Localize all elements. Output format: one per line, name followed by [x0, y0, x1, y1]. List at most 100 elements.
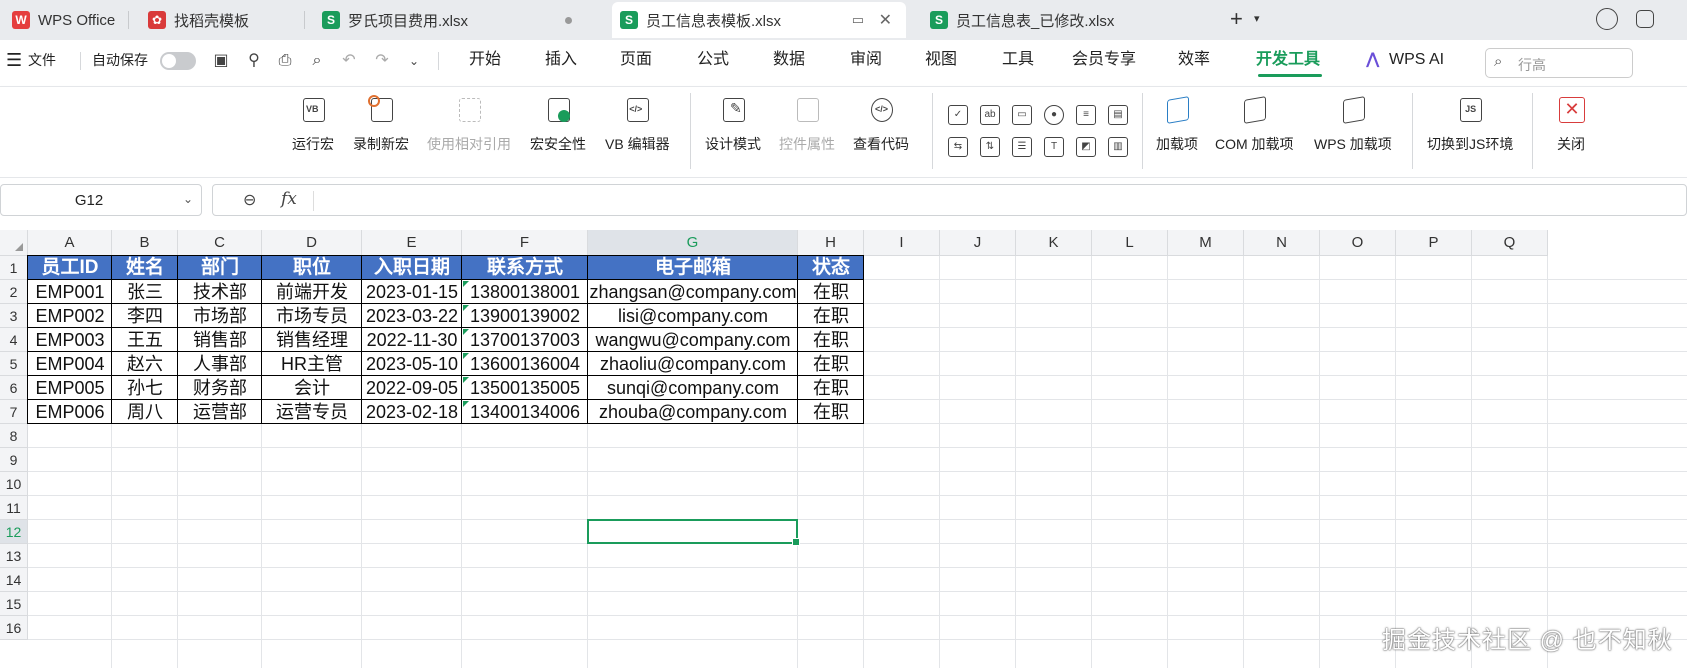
- hamburger-menu-icon[interactable]: ☰: [6, 40, 22, 80]
- column-header-o[interactable]: O: [1320, 230, 1396, 256]
- column-header-p[interactable]: P: [1396, 230, 1472, 256]
- formula-input[interactable]: ⊖ fx: [212, 184, 1687, 216]
- view-code-button[interactable]: </> 查看代码: [853, 93, 909, 154]
- table-cell[interactable]: 会计: [262, 376, 362, 400]
- table-cell[interactable]: 2022-09-05: [362, 376, 462, 400]
- menu-formula[interactable]: 公式: [697, 40, 729, 80]
- row-header-5[interactable]: 5: [0, 352, 28, 376]
- table-cell[interactable]: 在职: [798, 280, 864, 304]
- table-cell[interactable]: EMP003: [28, 328, 112, 352]
- column-header-a[interactable]: A: [28, 230, 112, 256]
- column-header-j[interactable]: J: [940, 230, 1016, 256]
- frame-control-icon[interactable]: ▥: [1108, 137, 1128, 157]
- image-control-icon[interactable]: ▤: [1108, 105, 1128, 125]
- table-header-cell[interactable]: 状态: [798, 256, 864, 280]
- column-header-h[interactable]: H: [798, 230, 864, 256]
- menu-tools[interactable]: 工具: [1002, 40, 1034, 80]
- row-header-11[interactable]: 11: [0, 496, 28, 520]
- table-header-cell[interactable]: 部门: [178, 256, 262, 280]
- textbox-control-icon[interactable]: T: [1044, 137, 1064, 157]
- table-header-cell[interactable]: 姓名: [112, 256, 178, 280]
- row-header-9[interactable]: 9: [0, 448, 28, 472]
- table-cell[interactable]: zhaoliu@company.com: [588, 352, 798, 376]
- control-properties-button[interactable]: 控件属性: [779, 93, 835, 154]
- mascot-icon[interactable]: [1596, 8, 1618, 30]
- table-cell[interactable]: 技术部: [178, 280, 262, 304]
- search-input[interactable]: ⌕ 行高: [1485, 48, 1633, 78]
- table-header-cell[interactable]: 入职日期: [362, 256, 462, 280]
- row-header-2[interactable]: 2: [0, 280, 28, 304]
- table-cell[interactable]: 运营部: [178, 400, 262, 424]
- table-cell[interactable]: 13600136004: [462, 352, 588, 376]
- column-header-d[interactable]: D: [262, 230, 362, 256]
- row-header-3[interactable]: 3: [0, 304, 28, 328]
- checkbox-control-icon[interactable]: ✓: [948, 105, 968, 125]
- column-header-l[interactable]: L: [1092, 230, 1168, 256]
- table-cell[interactable]: zhangsan@company.com: [588, 280, 798, 304]
- row-header-15[interactable]: 15: [0, 592, 28, 616]
- column-header-e[interactable]: E: [362, 230, 462, 256]
- row-header-16[interactable]: 16: [0, 616, 28, 640]
- column-header-q[interactable]: Q: [1472, 230, 1548, 256]
- table-cell[interactable]: zhouba@company.com: [588, 400, 798, 424]
- row-header-7[interactable]: 7: [0, 400, 28, 424]
- table-header-cell[interactable]: 职位: [262, 256, 362, 280]
- table-cell[interactable]: 在职: [798, 328, 864, 352]
- picture-control-icon[interactable]: ◩: [1076, 137, 1096, 157]
- undo-icon[interactable]: ↶: [340, 52, 358, 70]
- row-header-12[interactable]: 12: [0, 520, 28, 544]
- table-cell[interactable]: 在职: [798, 304, 864, 328]
- com-addins-button[interactable]: COM 加载项: [1215, 93, 1294, 154]
- tab-project-costs[interactable]: S 罗氏项目费用.xlsx: [314, 2, 592, 38]
- table-cell[interactable]: 财务部: [178, 376, 262, 400]
- menu-efficiency[interactable]: 效率: [1178, 40, 1210, 80]
- window-restore-icon[interactable]: [1636, 10, 1654, 28]
- table-cell[interactable]: 赵六: [112, 352, 178, 376]
- tab-wps-office[interactable]: W WPS Office: [4, 2, 122, 38]
- table-cell[interactable]: 王五: [112, 328, 178, 352]
- table-cell[interactable]: 2022-11-30: [362, 328, 462, 352]
- table-cell[interactable]: EMP001: [28, 280, 112, 304]
- table-cell[interactable]: 2023-02-18: [362, 400, 462, 424]
- print-preview-icon[interactable]: ⌕: [308, 52, 326, 70]
- table-cell[interactable]: EMP006: [28, 400, 112, 424]
- table-cell[interactable]: 张三: [112, 280, 178, 304]
- row-header-1[interactable]: 1: [0, 256, 28, 280]
- scrollbar-control-icon[interactable]: ⇆: [948, 137, 968, 157]
- print-icon[interactable]: ⎙: [276, 52, 294, 70]
- table-cell[interactable]: 2023-03-22: [362, 304, 462, 328]
- menu-wps-ai[interactable]: WPS AI: [1389, 40, 1444, 80]
- table-cell[interactable]: 人事部: [178, 352, 262, 376]
- column-header-g[interactable]: G: [588, 230, 798, 256]
- select-all-corner[interactable]: [0, 230, 28, 256]
- table-cell[interactable]: 13900139002: [462, 304, 588, 328]
- column-header-i[interactable]: I: [864, 230, 940, 256]
- redo-icon[interactable]: ↷: [373, 52, 391, 70]
- spin-control-icon[interactable]: ⇅: [980, 137, 1000, 157]
- column-header-m[interactable]: M: [1168, 230, 1244, 256]
- column-header-c[interactable]: C: [178, 230, 262, 256]
- name-box[interactable]: G12 ⌄: [0, 184, 202, 216]
- table-cell[interactable]: EMP004: [28, 352, 112, 376]
- close-tab-icon[interactable]: ✕: [879, 10, 892, 30]
- save-icon[interactable]: ▣: [212, 52, 230, 70]
- wps-addins-button[interactable]: WPS 加载项: [1314, 93, 1392, 154]
- table-cell[interactable]: 前端开发: [262, 280, 362, 304]
- close-developer-button[interactable]: ✕ 关闭: [1554, 93, 1588, 154]
- table-cell[interactable]: wangwu@company.com: [588, 328, 798, 352]
- table-cell[interactable]: 周八: [112, 400, 178, 424]
- tab-list-chevron-icon[interactable]: ▾: [1254, 12, 1260, 25]
- addins-button[interactable]: 加载项: [1156, 93, 1198, 154]
- menu-view[interactable]: 视图: [925, 40, 957, 80]
- screen-icon[interactable]: ▭: [852, 12, 864, 28]
- button-control-icon[interactable]: ▭: [1012, 105, 1032, 125]
- table-cell[interactable]: 运营专员: [262, 400, 362, 424]
- quick-access-chevron-icon[interactable]: ⌄: [405, 52, 423, 70]
- table-header-cell[interactable]: 联系方式: [462, 256, 588, 280]
- menu-page[interactable]: 页面: [620, 40, 652, 80]
- menu-home[interactable]: 开始: [469, 40, 501, 80]
- table-cell[interactable]: 2023-05-10: [362, 352, 462, 376]
- column-header-f[interactable]: F: [462, 230, 588, 256]
- menu-data[interactable]: 数据: [773, 40, 805, 80]
- table-cell[interactable]: lisi@company.com: [588, 304, 798, 328]
